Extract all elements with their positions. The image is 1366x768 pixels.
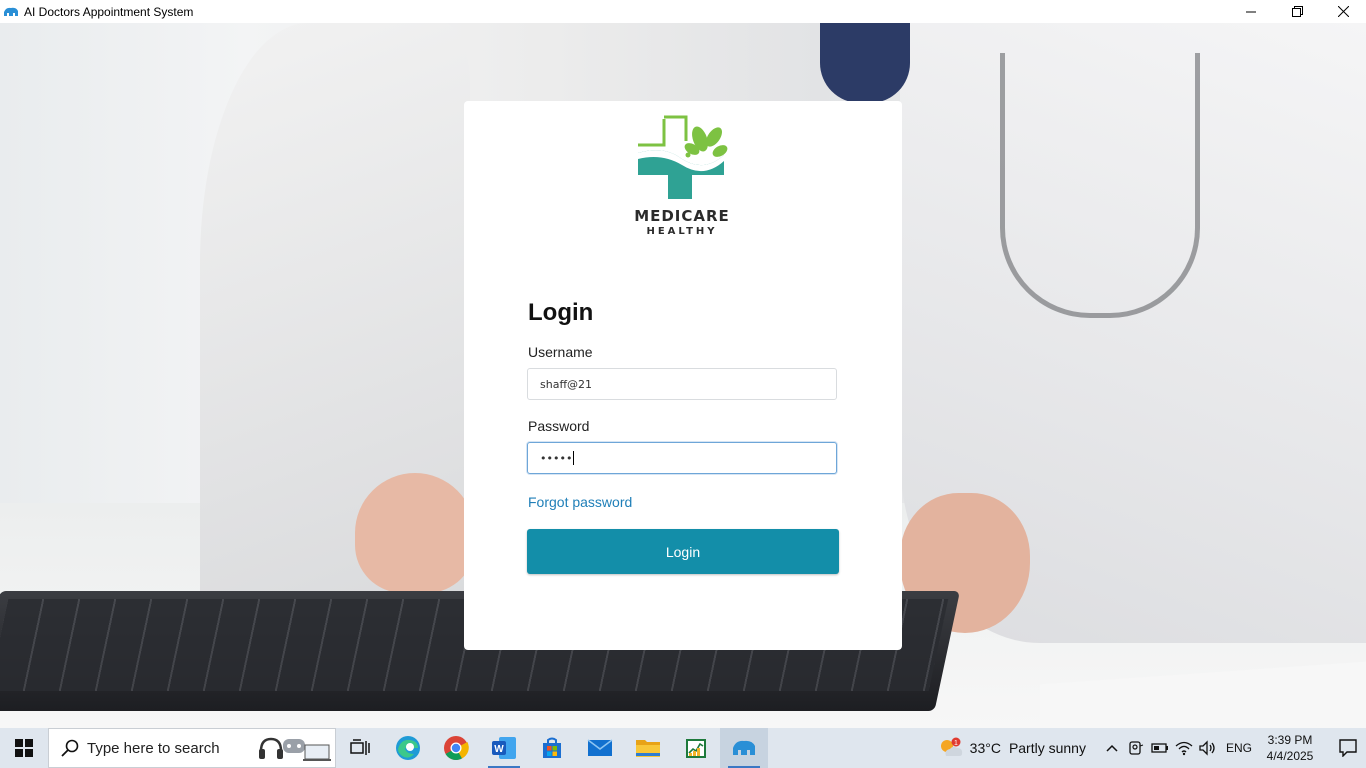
mail-icon <box>587 739 613 756</box>
password-input[interactable]: ••••• <box>527 442 837 474</box>
logo-name: MEDICARE <box>634 207 730 225</box>
notifications-button[interactable] <box>1330 728 1366 768</box>
task-manager-button[interactable] <box>672 728 720 768</box>
hand-left <box>355 473 475 593</box>
close-button[interactable] <box>1320 0 1366 23</box>
word-icon: W <box>492 737 516 759</box>
search-icon <box>61 739 79 757</box>
window-title: AI Doctors Appointment System <box>24 4 194 19</box>
forgot-password-link[interactable]: Forgot password <box>528 494 632 510</box>
restore-icon <box>1291 6 1303 17</box>
search-highlight-icon <box>259 737 331 761</box>
task-view-button[interactable] <box>336 728 384 768</box>
close-icon <box>1337 6 1349 17</box>
logo-subtitle: HEALTHY <box>646 226 718 237</box>
clock-time: 3:39 PM <box>1267 733 1313 747</box>
show-hidden-icons-button[interactable] <box>1100 728 1124 768</box>
file-explorer-button[interactable] <box>624 728 672 768</box>
chart-app-icon <box>686 739 706 758</box>
word-button[interactable]: W <box>480 728 528 768</box>
wifi-icon <box>1175 741 1193 756</box>
svg-text:W: W <box>494 744 504 755</box>
battery-button[interactable] <box>1148 728 1172 768</box>
chrome-icon <box>444 736 469 761</box>
username-input[interactable]: shaff@21 <box>527 368 837 400</box>
taskbar-search[interactable]: Type here to search <box>48 728 336 768</box>
login-card: MEDICARE HEALTHY Login Username shaff@21… <box>464 101 902 650</box>
password-label: Password <box>528 418 590 434</box>
store-button[interactable] <box>528 728 576 768</box>
doctors-app-button[interactable] <box>720 728 768 768</box>
weather-icon: 1 <box>938 737 964 759</box>
weather-temp: 33°C <box>969 740 1001 756</box>
weather-description: Partly sunny <box>1008 740 1086 756</box>
meet-now-button[interactable] <box>1124 728 1148 768</box>
text-caret <box>573 451 575 465</box>
windows-icon <box>15 739 33 757</box>
task-view-icon <box>350 739 370 755</box>
chrome-button[interactable] <box>432 728 480 768</box>
clock[interactable]: 3:39 PM 4/4/2025 <box>1262 732 1318 764</box>
medicare-logo: MEDICARE HEALTHY <box>634 115 730 241</box>
mail-button[interactable] <box>576 728 624 768</box>
app-icon <box>3 6 19 18</box>
system-tray: 1 33°C Partly sunny ENG 3:39 PM 4/4/2025 <box>938 728 1366 768</box>
stethoscope <box>1000 53 1200 318</box>
username-label: Username <box>528 344 593 360</box>
minimize-icon <box>1246 11 1256 12</box>
weather-badge: 1 <box>954 740 958 747</box>
login-button[interactable]: Login <box>527 529 839 574</box>
notification-icon <box>1339 739 1357 757</box>
edge-icon <box>396 736 420 760</box>
volume-button[interactable] <box>1196 728 1220 768</box>
edge-button[interactable] <box>384 728 432 768</box>
speaker-icon <box>1199 740 1215 756</box>
network-button[interactable] <box>1172 728 1196 768</box>
app-icon <box>733 740 755 755</box>
folder-icon <box>636 740 660 757</box>
chevron-up-icon <box>1106 744 1118 752</box>
weather-widget[interactable]: 1 33°C Partly sunny <box>938 737 1086 759</box>
username-value: shaff@21 <box>540 377 593 391</box>
taskbar: Type here to search W 1 33°C Partly sunn… <box>0 728 1366 768</box>
store-icon <box>543 737 561 758</box>
battery-icon <box>1151 743 1168 753</box>
search-placeholder: Type here to search <box>87 739 220 757</box>
start-button[interactable] <box>0 728 48 768</box>
window-titlebar: AI Doctors Appointment System <box>0 0 1366 23</box>
language-indicator[interactable]: ENG <box>1226 741 1252 755</box>
webcam-icon <box>1129 741 1144 755</box>
restore-button[interactable] <box>1274 0 1320 23</box>
password-value: ••••• <box>540 451 573 465</box>
login-title: Login <box>528 299 594 326</box>
minimize-button[interactable] <box>1228 0 1274 23</box>
medical-cross-leaf-icon <box>638 115 728 199</box>
clock-date: 4/4/2025 <box>1266 749 1314 763</box>
tie <box>820 23 910 103</box>
